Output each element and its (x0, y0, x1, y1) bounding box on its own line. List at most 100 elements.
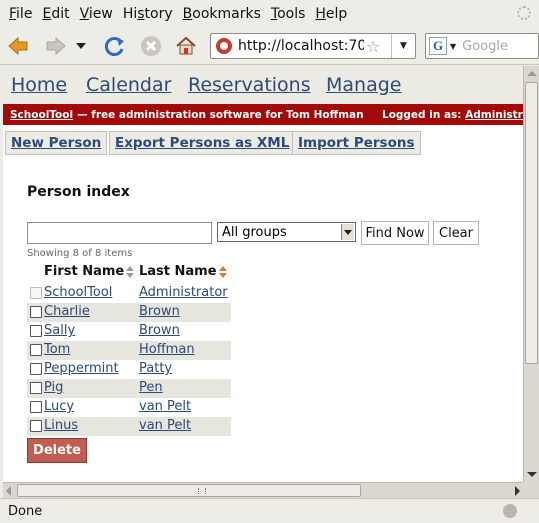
table-row: Linus van Pelt (27, 417, 231, 436)
new-person-button[interactable]: New Person (5, 131, 108, 155)
table-row: Pig Pen (27, 379, 231, 398)
row-checkbox[interactable] (30, 344, 42, 356)
login-user-link[interactable]: Administrat (465, 109, 523, 121)
status-text: Done (8, 503, 43, 519)
menu-help[interactable]: Help (310, 6, 352, 22)
forward-button[interactable] (44, 34, 68, 58)
search-placeholder[interactable]: Google (462, 39, 508, 54)
page-title: Person index (27, 184, 130, 200)
column-header-first-name[interactable]: First Name (44, 264, 135, 279)
column-header-last-name[interactable]: Last Name (139, 264, 227, 279)
site-favicon-icon (216, 38, 232, 54)
row-checkbox (30, 287, 42, 299)
sort-icon (126, 265, 135, 278)
table-row: Sally Brown (27, 322, 231, 341)
last-name-link[interactable]: van Pelt (139, 399, 191, 414)
scroll-left-icon[interactable] (6, 486, 11, 496)
search-bar[interactable]: G ▼ Google (425, 33, 539, 59)
status-bar: Done (0, 498, 539, 523)
first-name-link[interactable]: Pig (44, 380, 63, 395)
back-button[interactable] (6, 34, 30, 58)
url-bar[interactable]: http://localhost:708 ☆ ▼ (210, 33, 416, 59)
row-checkbox[interactable] (30, 401, 42, 413)
reload-icon (104, 37, 124, 56)
table-row: Peppermint Patty (27, 360, 231, 379)
group-select[interactable]: All groups (217, 222, 356, 242)
menu-history[interactable]: History (118, 6, 178, 22)
sort-active-icon (218, 265, 227, 278)
row-checkbox[interactable] (30, 382, 42, 394)
menu-view[interactable]: View (75, 6, 118, 22)
vertical-scrollbar[interactable] (523, 66, 539, 482)
table-row: Charlie Brown (27, 303, 231, 322)
status-indicator-icon (503, 504, 517, 518)
last-name-link[interactable]: Brown (139, 323, 180, 338)
table-row: Lucy van Pelt (27, 398, 231, 417)
row-checkbox[interactable] (30, 420, 42, 432)
person-search-input[interactable] (27, 222, 212, 244)
row-checkbox[interactable] (30, 325, 42, 337)
first-name-link[interactable]: Peppermint (44, 361, 119, 376)
history-dropdown-button[interactable] (74, 34, 88, 58)
chevron-down-icon (76, 43, 86, 49)
vertical-scroll-thumb[interactable] (525, 82, 538, 364)
import-persons-button[interactable]: Import Persons (292, 131, 421, 155)
url-text[interactable]: http://localhost:708 (238, 38, 364, 54)
last-name-link[interactable]: Patty (139, 361, 172, 376)
menu-bar: File Edit View History Bookmarks Tools H… (0, 0, 539, 27)
scroll-down-icon[interactable] (527, 472, 537, 477)
search-engine-icon[interactable]: G (429, 37, 447, 55)
last-name-link[interactable]: Brown (139, 304, 180, 319)
back-arrow-icon (8, 36, 28, 56)
find-now-button[interactable]: Find Now (361, 221, 429, 245)
nav-reservations-link[interactable]: Reservations (188, 74, 311, 96)
scroll-right-icon[interactable] (515, 486, 520, 496)
banner-tagline: — free administration software for Tom H… (77, 108, 364, 121)
last-name-link[interactable]: van Pelt (139, 418, 191, 433)
stop-button[interactable] (139, 34, 163, 58)
reload-button[interactable] (103, 34, 127, 58)
nav-manage-link[interactable]: Manage (326, 74, 401, 96)
first-name-link[interactable]: SchoolTool (44, 285, 112, 300)
export-persons-button[interactable]: Export Persons as XML (109, 131, 296, 155)
navigation-toolbar: http://localhost:708 ☆ ▼ G ▼ Google (0, 27, 539, 65)
row-checkbox[interactable] (30, 306, 42, 318)
nav-home-link[interactable]: Home (11, 74, 67, 96)
horizontal-scroll-thumb[interactable] (17, 484, 361, 497)
search-engine-dropdown-icon[interactable]: ▼ (450, 42, 456, 51)
first-name-link[interactable]: Lucy (44, 399, 74, 414)
menu-tools[interactable]: Tools (266, 6, 311, 22)
first-name-link[interactable]: Charlie (44, 304, 90, 319)
brand-link[interactable]: SchoolTool (10, 109, 73, 121)
first-name-link[interactable]: Sally (44, 323, 75, 338)
home-button[interactable] (174, 34, 198, 58)
menu-edit[interactable]: Edit (37, 6, 74, 22)
nav-calendar-link[interactable]: Calendar (86, 74, 171, 96)
table-row: Tom Hoffman (27, 341, 231, 360)
action-bar: New Person Export Persons as XML Import … (3, 125, 523, 160)
forward-arrow-icon (46, 36, 66, 56)
header-banner: SchoolTool — free administration softwar… (3, 104, 523, 125)
last-name-link[interactable]: Administrator (139, 285, 228, 300)
row-checkbox[interactable] (30, 363, 42, 375)
last-name-link[interactable]: Hoffman (139, 342, 195, 357)
url-dropdown-button[interactable]: ▼ (391, 34, 415, 58)
group-select-value: All groups (222, 224, 287, 240)
chevron-down-icon (341, 224, 354, 240)
scroll-up-icon[interactable] (527, 71, 537, 76)
horizontal-scrollbar[interactable] (3, 482, 523, 498)
stop-icon (141, 36, 161, 56)
table-row: SchoolTool Administrator (27, 284, 231, 303)
grip-icon (198, 488, 206, 494)
first-name-link[interactable]: Tom (44, 342, 70, 357)
bookmark-star-icon[interactable]: ☆ (366, 37, 380, 56)
throbber-icon (517, 6, 531, 20)
login-status: Logged in as: Administrat (382, 109, 523, 121)
first-name-link[interactable]: Linus (44, 418, 78, 433)
delete-button[interactable]: Delete (27, 438, 87, 463)
menu-bookmarks[interactable]: Bookmarks (178, 6, 266, 22)
last-name-link[interactable]: Pen (139, 380, 163, 395)
clear-button[interactable]: Clear (433, 221, 479, 245)
menu-file[interactable]: File (4, 6, 37, 22)
home-icon (176, 36, 196, 55)
